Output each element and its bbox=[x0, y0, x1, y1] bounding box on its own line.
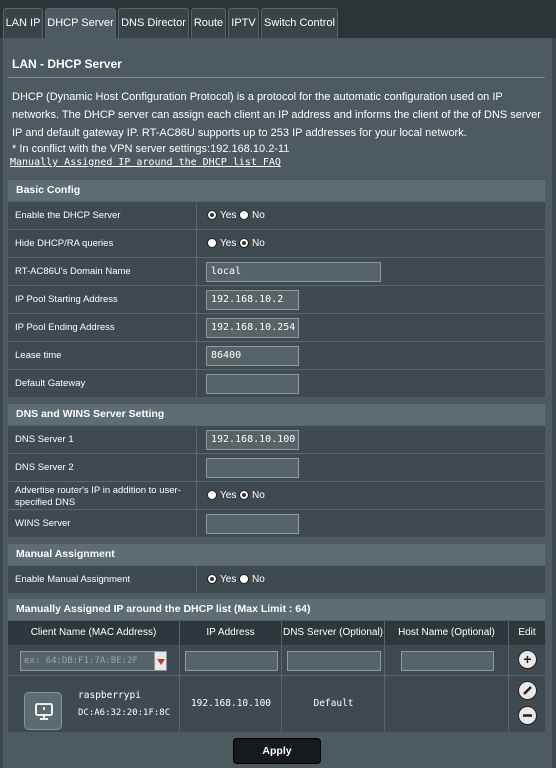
hide-dhcp-no-radio[interactable]: No bbox=[239, 238, 265, 250]
apply-button[interactable]: Apply bbox=[233, 738, 321, 764]
advertise-yes-radio[interactable]: Yes bbox=[207, 490, 236, 502]
row-pool-start: IP Pool Starting Address 192.168.10.2 bbox=[8, 285, 545, 313]
pool-end-label: IP Pool Ending Address bbox=[15, 322, 115, 333]
conflict-note: * In conflict with the VPN server settin… bbox=[12, 143, 290, 155]
default-gateway-input[interactable] bbox=[206, 374, 299, 394]
row-enable-dhcp: Enable the DHCP Server Yes No bbox=[8, 201, 545, 229]
dns2-input[interactable] bbox=[206, 458, 299, 478]
enable-dhcp-no-radio[interactable]: No bbox=[239, 210, 265, 222]
row-wins-server: WINS Server bbox=[8, 509, 545, 537]
new-dns-input[interactable] bbox=[287, 651, 381, 671]
row-pool-end: IP Pool Ending Address 192.168.10.254 bbox=[8, 313, 545, 341]
advertise-no-radio[interactable]: No bbox=[239, 490, 265, 502]
client-mac: DC:A6:32:20:1F:8C bbox=[78, 708, 171, 718]
title-divider bbox=[8, 77, 545, 78]
entry-ip: 192.168.10.100 bbox=[190, 698, 272, 709]
list-table-header: Client Name (MAC Address) IP Address DNS… bbox=[8, 621, 545, 645]
dns1-input[interactable]: 192.168.10.100 bbox=[206, 430, 299, 450]
domain-name-label: RT-AC86U's Domain Name bbox=[15, 266, 131, 277]
device-icon[interactable] bbox=[24, 692, 62, 730]
dns1-label: DNS Server 1 bbox=[15, 434, 74, 445]
row-hide-dhcp: Hide DHCP/RA queries Yes No bbox=[8, 229, 545, 257]
col-host-name: Host Name (Optional) bbox=[385, 621, 509, 645]
pool-start-input[interactable]: 192.168.10.2 bbox=[206, 290, 299, 310]
add-entry-button[interactable]: + bbox=[518, 650, 537, 669]
hide-dhcp-yes-radio[interactable]: Yes bbox=[207, 238, 236, 250]
default-gateway-label: Default Gateway bbox=[15, 378, 86, 389]
tab-switch-control[interactable]: Switch Control bbox=[261, 8, 338, 38]
tab-bar: LAN IP DHCP Server DNS Director Route IP… bbox=[0, 0, 556, 38]
hide-dhcp-label: Hide DHCP/RA queries bbox=[15, 238, 114, 249]
col-edit: Edit bbox=[518, 627, 536, 638]
faq-link[interactable]: Manually Assigned IP around the DHCP lis… bbox=[10, 157, 281, 168]
row-domain-name: RT-AC86U's Domain Name local bbox=[8, 257, 545, 285]
edit-entry-button[interactable] bbox=[518, 681, 537, 700]
row-default-gateway: Default Gateway bbox=[8, 369, 545, 397]
delete-entry-button[interactable] bbox=[518, 706, 537, 725]
client-name: raspberrypi bbox=[78, 690, 141, 701]
new-mac-input[interactable]: ex: 64:DB:F1:7A:BE:2F bbox=[20, 651, 155, 671]
row-dns1: DNS Server 1 192.168.10.100 bbox=[8, 425, 545, 453]
tab-dns-director[interactable]: DNS Director bbox=[118, 8, 189, 38]
manual-yes-radio[interactable]: Yes bbox=[207, 574, 236, 586]
col-dns-server: DNS Server (Optional) bbox=[282, 621, 385, 645]
table-row: raspberrypi DC:A6:32:20:1F:8C 192.168.10… bbox=[8, 675, 545, 732]
enable-dhcp-label: Enable the DHCP Server bbox=[15, 210, 121, 221]
page-title: LAN - DHCP Server bbox=[12, 57, 122, 71]
col-ip-address: IP Address bbox=[180, 621, 282, 645]
enable-manual-assignment-label: Enable Manual Assignment bbox=[15, 574, 131, 585]
pool-start-label: IP Pool Starting Address bbox=[15, 294, 118, 305]
minus-icon bbox=[523, 714, 532, 717]
tab-route[interactable]: Route bbox=[191, 8, 226, 38]
section-manual-assignment: Manual Assignment bbox=[8, 544, 545, 565]
wins-server-label: WINS Server bbox=[15, 518, 71, 529]
wins-server-input[interactable] bbox=[206, 514, 299, 534]
pool-end-input[interactable]: 192.168.10.254 bbox=[206, 318, 299, 338]
section-manual-list: Manually Assigned IP around the DHCP lis… bbox=[8, 599, 545, 620]
section-dns-wins: DNS and WINS Server Setting bbox=[8, 404, 545, 425]
advertise-router-ip-label: Advertise router's IP in addition to use… bbox=[15, 485, 181, 508]
new-entry-row: ex: 64:DB:F1:7A:BE:2F + bbox=[8, 645, 545, 675]
row-advertise-router-ip: Advertise router's IP in addition to use… bbox=[8, 481, 545, 509]
domain-name-input[interactable]: local bbox=[206, 262, 381, 282]
row-dns2: DNS Server 2 bbox=[8, 453, 545, 481]
tab-lan-ip[interactable]: LAN IP bbox=[3, 8, 43, 38]
section-basic-config: Basic Config bbox=[8, 180, 545, 201]
new-ip-input[interactable] bbox=[185, 651, 278, 671]
new-host-input[interactable] bbox=[401, 651, 494, 671]
col-client-name: Client Name (MAC Address) bbox=[8, 621, 180, 645]
client-dropdown-button[interactable] bbox=[154, 651, 167, 671]
enable-dhcp-yes-radio[interactable]: Yes bbox=[207, 210, 236, 222]
row-enable-manual-assignment: Enable Manual Assignment Yes No bbox=[8, 565, 545, 593]
tab-iptv[interactable]: IPTV bbox=[228, 8, 259, 38]
lease-time-label: Lease time bbox=[15, 350, 62, 361]
page-description: DHCP (Dynamic Host Configuration Protoco… bbox=[12, 91, 541, 139]
dns2-label: DNS Server 2 bbox=[15, 462, 74, 473]
tab-dhcp-server[interactable]: DHCP Server bbox=[45, 8, 116, 38]
lease-time-input[interactable]: 86400 bbox=[206, 346, 299, 366]
pencil-icon bbox=[523, 686, 532, 695]
manual-no-radio[interactable]: No bbox=[239, 574, 265, 586]
entry-dns: Default bbox=[313, 698, 354, 709]
row-lease-time: Lease time 86400 bbox=[8, 341, 545, 369]
